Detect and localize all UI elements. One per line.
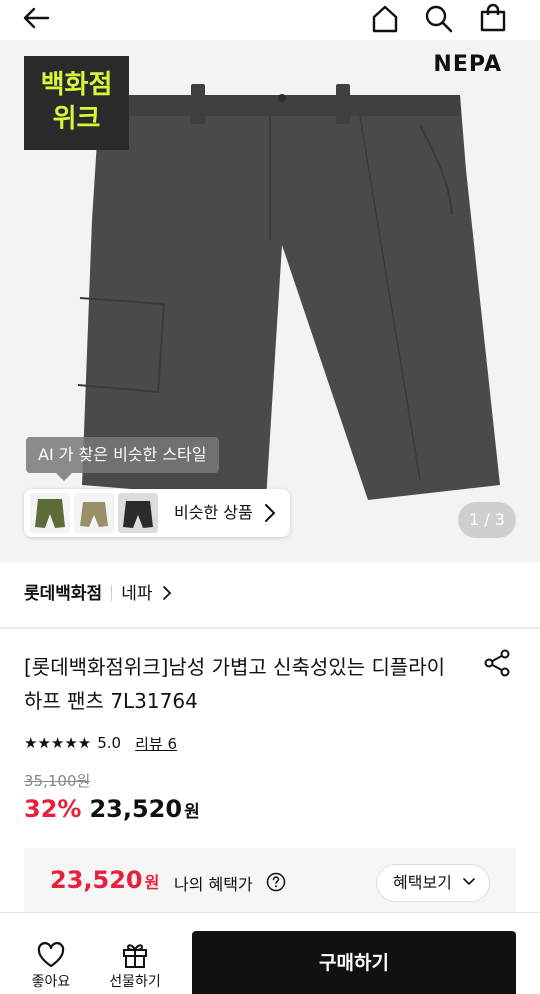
search-icon[interactable] — [424, 4, 454, 34]
gift-button[interactable]: 선물하기 — [102, 941, 168, 991]
promo-badge-line: 위크 — [52, 104, 101, 134]
view-benefits-button[interactable]: 혜택보기 — [376, 864, 490, 902]
review-link[interactable]: 리뷰 6 — [135, 733, 177, 754]
top-navigation-bar — [0, 0, 540, 40]
benefit-price: 23,520 원 — [50, 866, 159, 894]
discount-rate: 32% — [24, 795, 82, 823]
chevron-right-icon — [162, 586, 172, 600]
like-button[interactable]: 좋아요 — [24, 941, 78, 991]
share-icon[interactable] — [482, 648, 512, 682]
similar-products-button[interactable]: 비슷한 상품 — [24, 489, 290, 537]
chevron-down-icon — [463, 878, 475, 886]
divider — [111, 585, 113, 601]
my-benefit-price-box: 23,520 원 나의 혜택가 혜택보기 — [24, 848, 516, 918]
similar-thumbnail — [30, 493, 70, 533]
gift-label: 선물하기 — [109, 974, 161, 990]
gift-icon — [123, 944, 147, 968]
benefit-price-value: 23,520 — [50, 866, 143, 894]
promo-badge: 백화점 위크 — [24, 56, 129, 150]
buy-button[interactable]: 구매하기 — [192, 931, 516, 994]
original-price: 35,100원 — [24, 772, 91, 790]
view-benefits-label: 혜택보기 — [393, 873, 452, 892]
benefit-price-label: 나의 혜택가 — [174, 875, 253, 894]
rating-value: 5.0 — [97, 734, 122, 752]
like-label: 좋아요 — [31, 974, 71, 990]
question-circle-icon[interactable] — [266, 872, 286, 896]
price-row: 32% 23,520 원 — [24, 795, 200, 829]
rating-row: ★★★★★ 5.0 리뷰 6 — [24, 730, 177, 756]
section-divider — [0, 627, 540, 629]
bottom-action-bar: 좋아요 선물하기 구매하기 — [0, 912, 540, 994]
star-rating-icon: ★★★★★ — [24, 734, 92, 752]
similar-products-label: 비슷한 상품 — [174, 503, 253, 522]
sale-price: 23,520 — [89, 795, 183, 823]
similar-thumbnail — [74, 493, 114, 533]
product-title: [롯데백화점위크]남성 가볍고 신축성있는 디플라이 하프 팬츠 7L31764 — [24, 655, 446, 713]
home-icon[interactable] — [370, 4, 400, 34]
promo-badge-line: 백화점 — [40, 70, 113, 100]
ai-style-tooltip: AI 가 찾은 비슷한 스타일 — [26, 437, 219, 481]
similar-thumbnail — [118, 493, 158, 533]
chevron-right-icon — [264, 503, 276, 527]
brand-link[interactable]: 네파 — [121, 584, 152, 604]
store-brand-row: 롯데백화점 네파 — [24, 578, 172, 610]
brand-logo: NEPA — [433, 52, 502, 77]
currency-unit: 원 — [144, 873, 160, 892]
shopping-bag-icon[interactable] — [478, 3, 508, 33]
image-page-indicator: 1 / 3 — [458, 502, 516, 538]
currency-unit: 원 — [184, 802, 200, 822]
store-name[interactable]: 롯데백화점 — [24, 584, 102, 604]
arrow-left-icon[interactable] — [22, 6, 50, 30]
heart-icon — [37, 942, 65, 968]
product-image-carousel[interactable]: NEPA 백화점 위크 AI 가 찾은 비슷한 스타일 비슷한 상품 1 / 3 — [0, 40, 540, 562]
